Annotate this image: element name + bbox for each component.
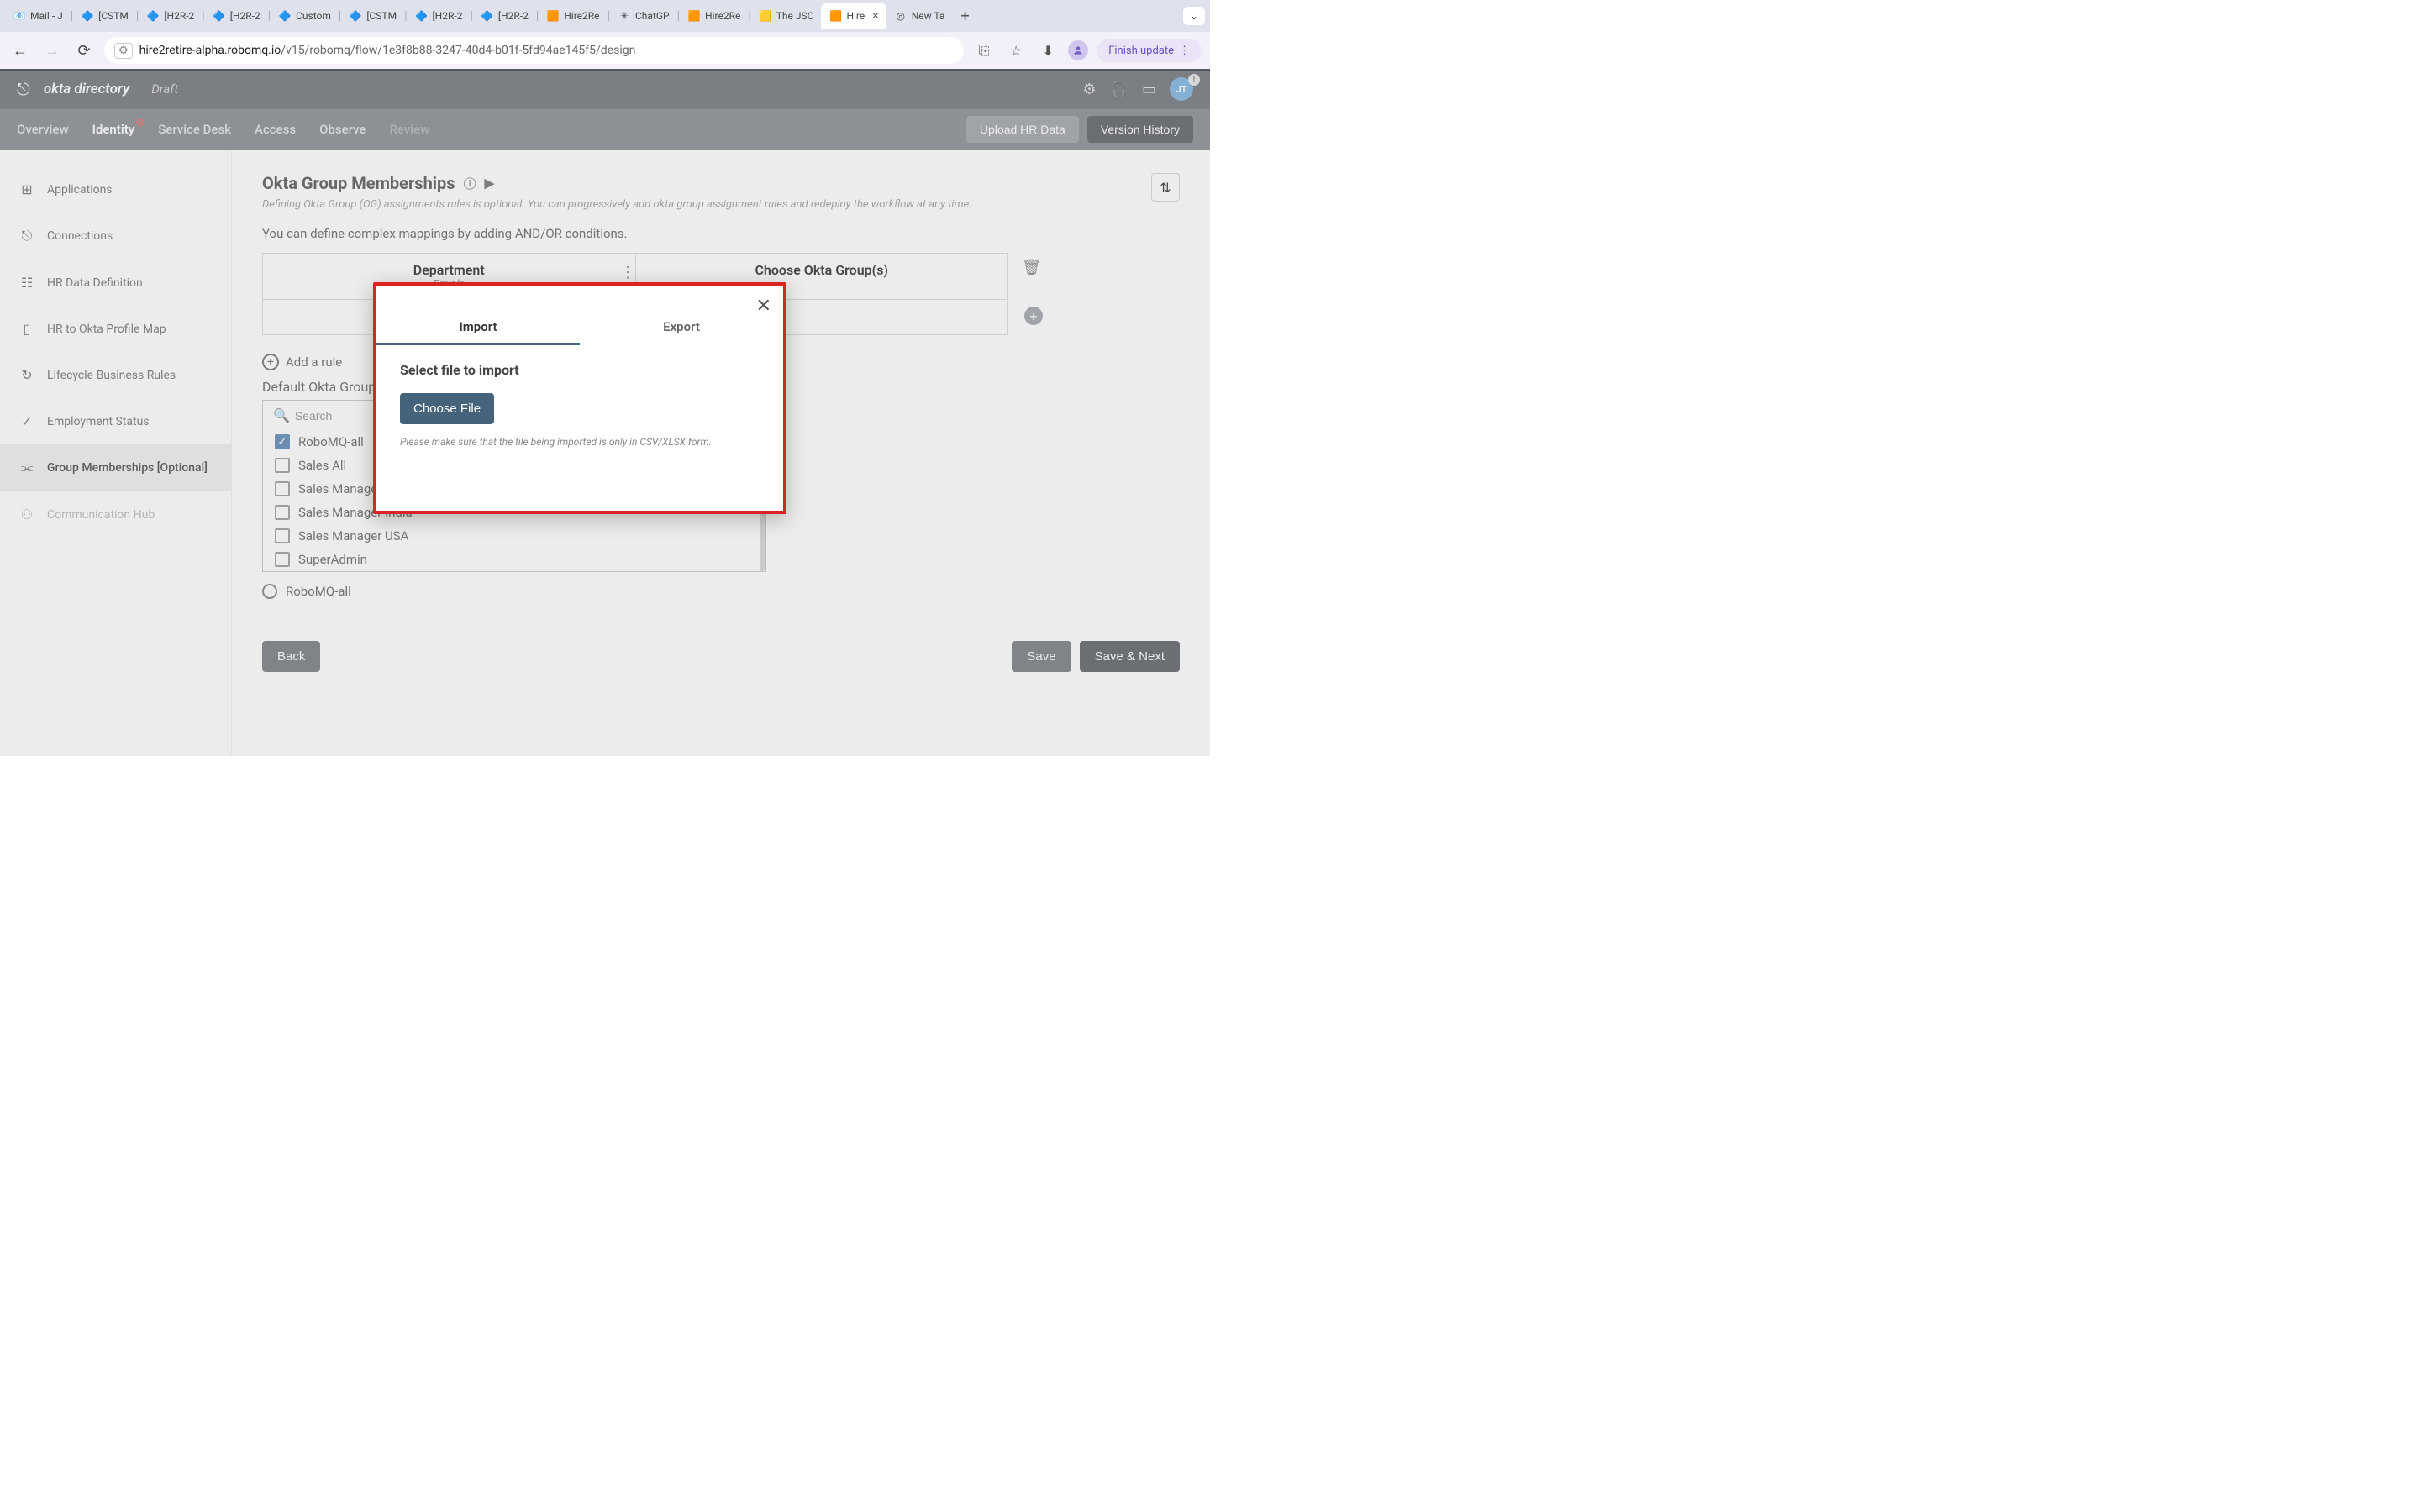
- browser-tab[interactable]: 🟧 Hire2Re: [680, 3, 748, 29]
- site-settings-icon[interactable]: ⚙: [114, 43, 133, 59]
- close-tab-icon[interactable]: ×: [872, 9, 878, 23]
- browser-toolbar: ← → ⟳ ⚙ hire2retire-alpha.robomq.io/v15/…: [0, 32, 1210, 69]
- tab-title: [H2R-2: [498, 10, 529, 22]
- back-button[interactable]: ←: [8, 39, 32, 62]
- tab-title: ChatGP: [635, 10, 670, 22]
- tab-title: New Ta: [912, 10, 945, 22]
- tabs-overflow[interactable]: ⌄: [1183, 7, 1205, 25]
- tab-title: Hire2Re: [705, 10, 740, 22]
- new-tab-button[interactable]: +: [952, 8, 977, 25]
- tab-import[interactable]: Import: [376, 311, 580, 345]
- close-icon[interactable]: ✕: [756, 296, 771, 317]
- url-path: /v15/robomq/flow/1e3f8b88-3247-40d4-b01f…: [281, 44, 635, 57]
- tab-favicon-icon: 🔷: [146, 9, 160, 23]
- tab-export[interactable]: Export: [580, 311, 783, 345]
- browser-tabs: 📧Mail - J|🔷[CSTM|🔷[H2R-2|🔷[H2R-2|🔷Custom…: [0, 0, 1210, 32]
- tab-favicon-icon: 🔷: [213, 9, 226, 23]
- tab-title: Mail - J: [30, 10, 63, 22]
- downloads-icon[interactable]: ⬇: [1036, 39, 1060, 62]
- tab-favicon-icon: 🔷: [81, 9, 94, 23]
- browser-tab[interactable]: ✳ ChatGP: [610, 3, 677, 29]
- reload-button[interactable]: ⟳: [72, 39, 96, 62]
- tab-favicon-icon: 🔷: [415, 9, 429, 23]
- tab-title: Hire2Re: [564, 10, 599, 22]
- finish-update-button[interactable]: Finish update ⋮: [1097, 39, 1202, 62]
- profile-icon[interactable]: [1068, 40, 1088, 60]
- browser-tab[interactable]: 🔷 [H2R-2: [473, 3, 536, 29]
- tab-title: The JSC: [776, 10, 814, 22]
- tab-favicon-icon: 🟧: [546, 9, 560, 23]
- browser-tab[interactable]: 🔷 [CSTM: [73, 3, 136, 29]
- import-export-modal: ✕ Import Export Select file to import Ch…: [373, 282, 786, 514]
- browser-tab[interactable]: 🔷 [CSTM: [341, 3, 404, 29]
- browser-tab[interactable]: 🔷 [H2R-2: [408, 3, 471, 29]
- modal-heading: Select file to import: [400, 362, 760, 378]
- choose-file-button[interactable]: Choose File: [400, 393, 494, 424]
- tab-title: Hire: [846, 10, 865, 22]
- browser-tab[interactable]: 🔷 [H2R-2: [139, 3, 202, 29]
- tab-favicon-icon: 🟧: [687, 9, 701, 23]
- browser-tab[interactable]: 🟧 Hire2Re: [539, 3, 607, 29]
- browser-tab[interactable]: 🔷 Custom: [271, 3, 339, 29]
- tab-title: [H2R-2: [230, 10, 260, 22]
- tab-favicon-icon: 🔷: [278, 9, 292, 23]
- browser-tab[interactable]: 🟨 The JSC: [751, 3, 822, 29]
- tab-title: Custom: [296, 10, 331, 22]
- tab-favicon-icon: ◎: [894, 9, 908, 23]
- modal-hint: Please make sure that the file being imp…: [400, 436, 760, 448]
- address-bar[interactable]: ⚙ hire2retire-alpha.robomq.io/v15/robomq…: [104, 37, 964, 64]
- url-host: hire2retire-alpha.robomq.io: [139, 44, 281, 57]
- tab-title: [CSTM: [366, 10, 397, 22]
- tab-title: [H2R-2: [164, 10, 194, 22]
- tab-favicon-icon: 📧: [13, 9, 26, 23]
- install-icon[interactable]: ⎘: [972, 39, 996, 62]
- tab-favicon-icon: 🔷: [349, 9, 362, 23]
- tab-favicon-icon: 🟧: [829, 9, 842, 23]
- tab-favicon-icon: 🔷: [481, 9, 494, 23]
- bookmark-icon[interactable]: ☆: [1004, 39, 1028, 62]
- browser-tab[interactable]: 📧 Mail - J: [5, 3, 71, 29]
- browser-tab[interactable]: 🔷 [H2R-2: [205, 3, 268, 29]
- forward-button[interactable]: →: [40, 39, 64, 62]
- tab-favicon-icon: 🟨: [759, 9, 772, 23]
- browser-tab[interactable]: ◎ New Ta: [886, 3, 953, 29]
- tab-title: [H2R-2: [433, 10, 463, 22]
- tab-title: [CSTM: [98, 10, 129, 22]
- browser-tab[interactable]: 🟧 Hire ×: [821, 3, 886, 29]
- tab-favicon-icon: ✳: [618, 9, 631, 23]
